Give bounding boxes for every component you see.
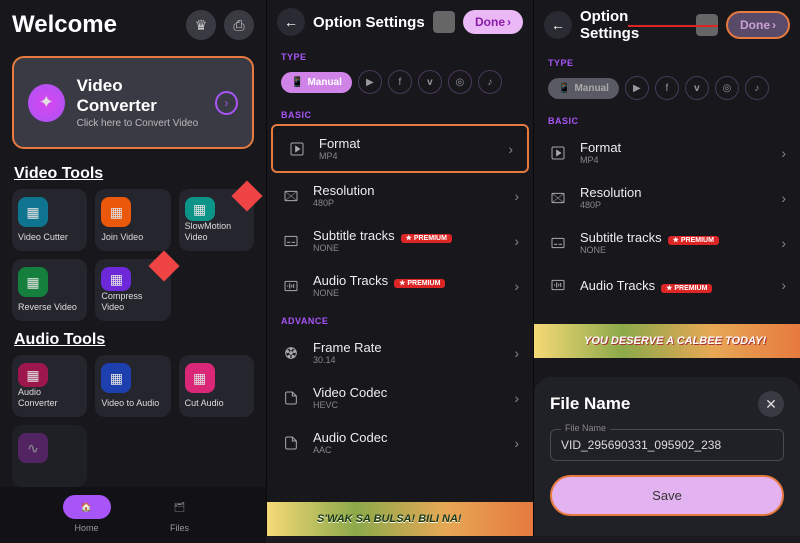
hero-title: Video Converter (77, 76, 203, 116)
tool-cut-audio[interactable]: ▦Cut Audio (179, 355, 254, 417)
hero-subtitle: Click here to Convert Video (77, 118, 203, 129)
video-converter-hero[interactable]: ✦ Video Converter Click here to Convert … (12, 56, 254, 149)
tiktok-icon[interactable]: ♪ (745, 76, 769, 100)
setting-icon (287, 139, 307, 159)
facebook-icon[interactable]: f (655, 76, 679, 100)
chevron-right-icon: › (514, 390, 519, 406)
chevron-right-icon: › (514, 345, 519, 361)
ad-banner[interactable]: REMOVE AD YOU DESERVE A CALBEE TODAY! (534, 324, 800, 358)
setting-icon (548, 233, 568, 253)
manual-pill[interactable]: 📱 Manual (281, 72, 352, 93)
youtube-icon[interactable]: ▶ (625, 76, 649, 100)
setting-format[interactable]: FormatMP4› (534, 130, 800, 175)
chevron-right-icon: › (781, 235, 786, 251)
setting-video-codec[interactable]: Video CodecHEVC› (267, 375, 533, 420)
setting-icon (548, 275, 568, 295)
facebook-icon[interactable]: f (388, 70, 412, 94)
back-button[interactable]: ← (544, 11, 572, 39)
instagram-icon[interactable]: ◎ (448, 70, 472, 94)
tool-icon: ▦ (18, 197, 48, 227)
tool-audio-converter[interactable]: ▦Audio Converter (12, 355, 87, 417)
advance-label: ADVANCE (267, 308, 533, 330)
tool-reverse-video[interactable]: ▦Reverse Video (12, 259, 87, 321)
setting-icon (281, 343, 301, 363)
basic-label: BASIC (534, 108, 800, 130)
chevron-right-icon: › (514, 233, 519, 249)
files-icon: 🗂 (156, 495, 204, 519)
setting-audio-codec[interactable]: Audio CodecAAC› (267, 420, 533, 465)
setting-icon (281, 388, 301, 408)
file-name-modal: File Name ✕ File Name VID_295690331_0959… (534, 377, 800, 536)
instagram-icon[interactable]: ◎ (715, 76, 739, 100)
chevron-right-icon: › (514, 188, 519, 204)
setting-resolution[interactable]: Resolution480P› (534, 175, 800, 220)
home-icon: 🏠 (63, 495, 111, 519)
wand-icon: ✦ (28, 84, 65, 122)
chevron-right-icon: › (781, 145, 786, 161)
setting-audio-tracks[interactable]: Audio Tracks★ PREMIUMNONE› (267, 263, 533, 308)
back-button[interactable]: ← (277, 8, 305, 36)
tool-more[interactable]: ∿ (12, 425, 87, 487)
setting-icon (281, 186, 301, 206)
tool-compress-video[interactable]: ▦Compress Video (95, 259, 170, 321)
tiktok-icon[interactable]: ♪ (478, 70, 502, 94)
setting-subtitle-tracks[interactable]: Subtitle tracks★ PREMIUMNONE› (267, 218, 533, 263)
phone-icon[interactable]: ⎙ (224, 10, 254, 40)
type-label: TYPE (267, 44, 533, 66)
vimeo-icon[interactable]: v (418, 70, 442, 94)
audio-tools-heading: Audio Tools (0, 321, 266, 355)
close-icon[interactable]: ✕ (758, 391, 784, 417)
setting-format[interactable]: FormatMP4› (271, 124, 529, 173)
tool-icon: ▦ (101, 197, 131, 227)
chevron-right-icon: › (215, 91, 238, 115)
ad-banner[interactable]: REMOVE AD S'WAK SA BULSA! BILI NA! (267, 502, 533, 536)
modal-title: File Name (550, 394, 630, 414)
setting-subtitle-tracks[interactable]: Subtitle tracks★ PREMIUMNONE› (534, 220, 800, 265)
tool-icon: ▦ (101, 267, 131, 291)
filename-field[interactable]: File Name VID_295690331_095902_238 (550, 429, 784, 461)
setting-audio-tracks[interactable]: Audio Tracks★ PREMIUM› (534, 265, 800, 305)
nav-home[interactable]: 🏠 Home (63, 495, 111, 533)
chevron-right-icon: › (781, 190, 786, 206)
tool-icon: ▦ (185, 363, 215, 393)
tool-icon: ▦ (101, 363, 131, 393)
type-label: TYPE (534, 50, 800, 72)
tool-icon: ▦ (18, 363, 48, 387)
setting-icon (548, 143, 568, 163)
done-button[interactable]: Done› (726, 11, 790, 39)
setting-icon (281, 276, 301, 296)
chevron-right-icon: › (514, 278, 519, 294)
video-tools-heading: Video Tools (0, 155, 266, 189)
tool-icon: ▦ (18, 267, 48, 297)
vimeo-icon[interactable]: v (685, 76, 709, 100)
page-title: Option Settings (313, 14, 425, 31)
youtube-icon[interactable]: ▶ (358, 70, 382, 94)
page-title: Option Settings (580, 8, 688, 42)
chevron-right-icon: › (781, 277, 786, 293)
tool-slowmotion-video[interactable]: ▦SlowMotion Video (179, 189, 254, 251)
done-button[interactable]: Done› (463, 10, 523, 34)
nav-files[interactable]: 🗂 Files (156, 495, 204, 533)
setting-resolution[interactable]: Resolution480P› (267, 173, 533, 218)
video-thumbnail[interactable] (433, 11, 455, 33)
save-button[interactable]: Save (550, 475, 784, 516)
setting-icon (281, 231, 301, 251)
tool-join-video[interactable]: ▦Join Video (95, 189, 170, 251)
crown-icon[interactable]: ♛ (186, 10, 216, 40)
tool-video-to-audio[interactable]: ▦Video to Audio (95, 355, 170, 417)
tool-icon: ▦ (185, 197, 215, 221)
setting-icon (281, 433, 301, 453)
setting-icon (548, 188, 568, 208)
basic-label: BASIC (267, 102, 533, 124)
chevron-right-icon: › (514, 435, 519, 451)
welcome-title: Welcome (12, 11, 178, 39)
manual-pill[interactable]: 📱 Manual (548, 78, 619, 99)
chevron-right-icon: › (508, 141, 513, 157)
tool-video-cutter[interactable]: ▦Video Cutter (12, 189, 87, 251)
setting-frame-rate[interactable]: Frame Rate30.14› (267, 330, 533, 375)
